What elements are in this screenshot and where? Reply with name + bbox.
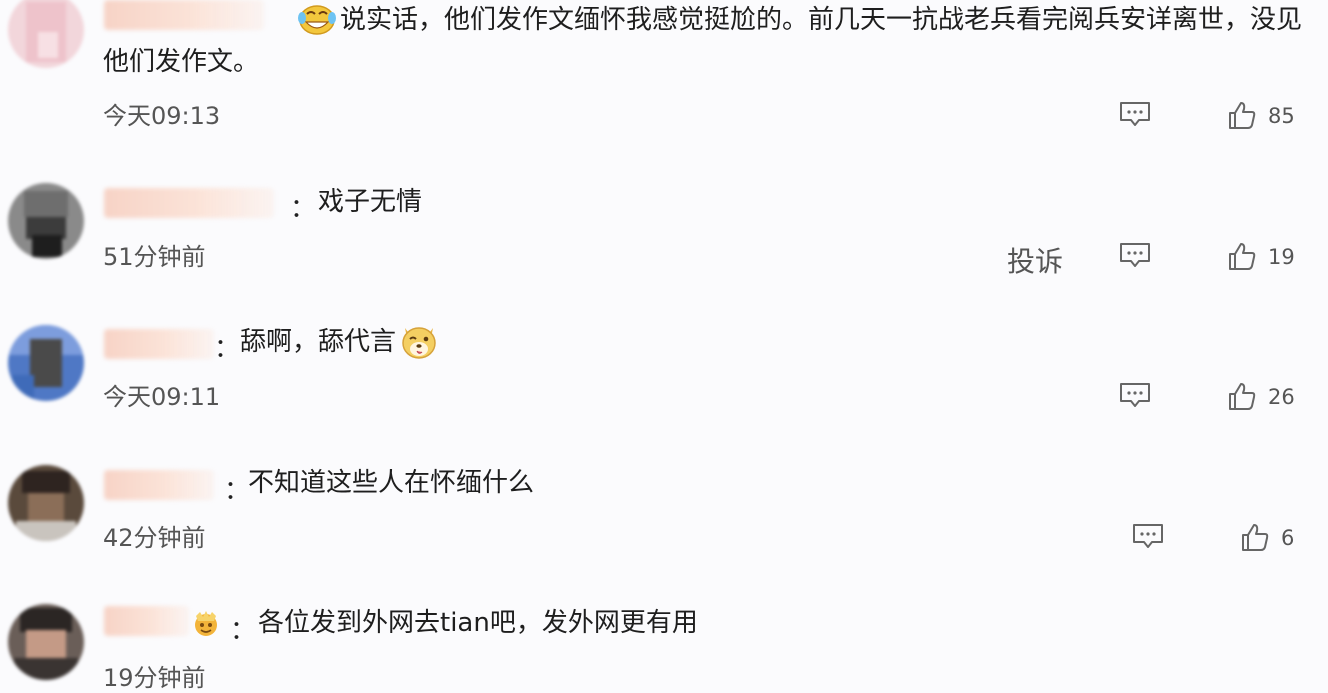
- comment-1: 说实话，他们发作文缅怀我感觉挺尬的。前几天一抗战老兵看完阅兵安详离世，没见 他们…: [0, 0, 1328, 150]
- comment-text: 戏子无情: [318, 187, 423, 217]
- username-blurred[interactable]: [104, 470, 214, 500]
- avatar[interactable]: [8, 465, 84, 541]
- like-icon[interactable]: [1227, 100, 1257, 130]
- comment-text: 说实话，他们发作文缅怀我感觉挺尬的。前几天一抗战老兵看完阅兵安详离世，没见: [340, 5, 1303, 35]
- username-blurred[interactable]: [104, 329, 214, 359]
- avatar[interactable]: [8, 183, 84, 259]
- username-blurred[interactable]: [104, 606, 189, 636]
- dog-emoji: [402, 327, 436, 359]
- comment-reply-icon[interactable]: [1119, 242, 1151, 268]
- laugh-cry-emoji: [298, 5, 336, 35]
- avatar[interactable]: [8, 604, 84, 680]
- avatar[interactable]: [8, 325, 84, 401]
- comment-text: 舔啊，舔代言: [240, 327, 397, 357]
- like-count: 19: [1268, 245, 1295, 269]
- avatar[interactable]: [8, 0, 84, 68]
- like-icon[interactable]: [1227, 381, 1257, 411]
- like-icon[interactable]: [1227, 241, 1257, 271]
- timestamp: 19分钟前: [103, 664, 206, 692]
- timestamp: 42分钟前: [103, 524, 206, 552]
- like-icon[interactable]: [1240, 522, 1270, 552]
- comment-reply-icon[interactable]: [1119, 101, 1151, 127]
- separator: ：: [214, 334, 241, 364]
- timestamp: 51分钟前: [103, 243, 206, 271]
- like-count: 26: [1268, 385, 1295, 409]
- comment-reply-icon[interactable]: [1119, 382, 1151, 408]
- separator: ：: [230, 616, 257, 646]
- username-blurred[interactable]: [104, 0, 264, 30]
- comment-text-continued: 他们发作文。: [103, 47, 260, 77]
- separator: ：: [290, 194, 317, 224]
- timestamp: 今天09:13: [103, 102, 221, 130]
- timestamp: 今天09:11: [103, 383, 221, 411]
- report-button[interactable]: 投诉: [1007, 240, 1063, 280]
- like-count: 85: [1268, 104, 1295, 128]
- comment-text: 不知道这些人在怀缅什么: [248, 468, 535, 498]
- separator: ：: [224, 476, 251, 506]
- comment-text: 各位发到外网去tian吧，发外网更有用: [258, 608, 698, 638]
- like-count: 6: [1281, 526, 1295, 550]
- comment-reply-icon[interactable]: [1132, 523, 1164, 549]
- username-blurred[interactable]: [104, 188, 274, 218]
- badge-icon: [195, 611, 217, 636]
